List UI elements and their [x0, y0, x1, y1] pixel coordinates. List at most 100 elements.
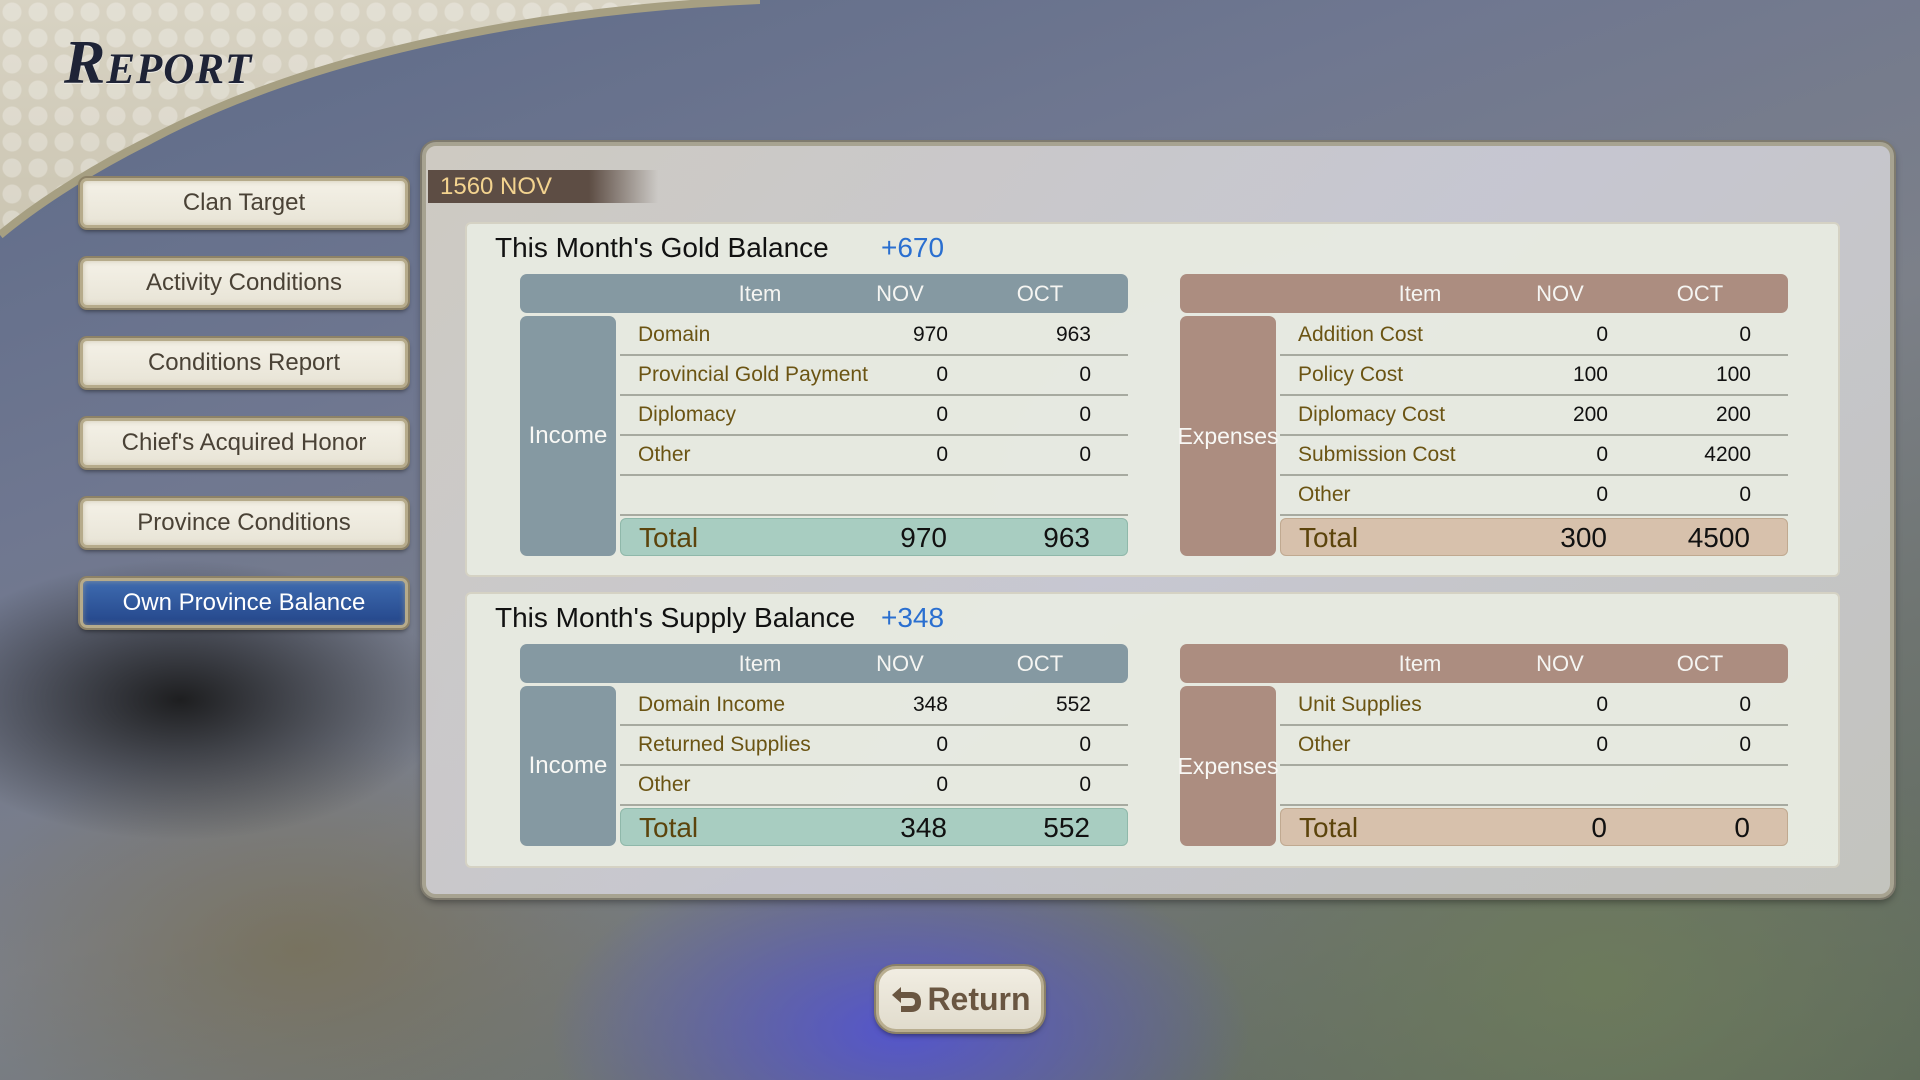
- sidebar-item-clan-target[interactable]: Clan Target: [80, 178, 408, 228]
- row-name: Returned Supplies: [638, 733, 811, 756]
- table-row: Unit Supplies 0 0: [1280, 686, 1788, 726]
- header-nov: NOV: [876, 651, 924, 676]
- row-oct: 963: [1055, 323, 1091, 346]
- table-header: Item NOV OCT: [1180, 274, 1788, 313]
- total-oct: 4500: [1687, 522, 1750, 553]
- header-nov: NOV: [1536, 281, 1584, 306]
- table-row: Other 0 0: [620, 436, 1128, 476]
- table-row: Domain Income 348 552: [620, 686, 1128, 726]
- gold-expenses-table: Item NOV OCT Expenses Addition Cost 0 0 Po…: [1178, 274, 1788, 556]
- expenses-label: Expenses: [1178, 316, 1279, 556]
- supply-balance-delta: +348: [881, 602, 945, 633]
- expenses-label: Expenses: [1178, 686, 1279, 846]
- table-row: Policy Cost 100 100: [1280, 356, 1788, 396]
- total-row: Total 348 552: [620, 808, 1128, 846]
- row-nov: 970: [912, 323, 948, 346]
- row-name: Diplomacy: [638, 403, 737, 426]
- row-nov: 0: [1596, 323, 1608, 346]
- gold-balance-delta: +670: [881, 232, 945, 263]
- table-header: Item NOV OCT: [520, 274, 1128, 313]
- header-nov: NOV: [1536, 651, 1584, 676]
- row-name: Policy Cost: [1298, 363, 1404, 386]
- row-name: Submission Cost: [1298, 443, 1456, 466]
- row-oct: 552: [1055, 693, 1091, 716]
- table-row-empty: [1280, 766, 1788, 806]
- row-oct: 0: [1079, 773, 1091, 796]
- row-oct: 0: [1079, 443, 1091, 466]
- gold-balance-title: This Month's Gold Balance: [495, 232, 829, 263]
- row-oct: 0: [1739, 733, 1751, 756]
- table-row: Diplomacy Cost 200 200: [1280, 396, 1788, 436]
- total-nov: 970: [900, 522, 947, 553]
- total-label: Total: [1299, 522, 1359, 553]
- row-name: Other: [638, 773, 691, 796]
- header-item: Item: [1398, 651, 1442, 676]
- row-nov: 0: [936, 363, 948, 386]
- table-row: Submission Cost 0 4200: [1280, 436, 1788, 476]
- header-oct: OCT: [1016, 281, 1064, 306]
- report-sidebar: Clan Target Activity Conditions Conditio…: [80, 178, 408, 658]
- row-nov: 0: [1596, 693, 1608, 716]
- row-name: Addition Cost: [1298, 323, 1423, 346]
- total-nov: 348: [900, 812, 947, 843]
- row-nov: 0: [1596, 483, 1608, 506]
- income-label: Income: [520, 686, 616, 846]
- table-header: Item NOV OCT: [1180, 644, 1788, 683]
- row-oct: 100: [1715, 363, 1751, 386]
- total-oct: 0: [1734, 812, 1750, 843]
- header-item: Item: [738, 651, 782, 676]
- row-name: Domain: [638, 323, 711, 346]
- date-label: 1560 NOV: [428, 170, 658, 203]
- sidebar-item-own-province-balance[interactable]: Own Province Balance: [80, 578, 408, 628]
- header-oct: OCT: [1676, 281, 1724, 306]
- total-oct: 963: [1043, 522, 1090, 553]
- row-nov: 0: [936, 773, 948, 796]
- row-nov: 200: [1572, 403, 1608, 426]
- row-oct: 4200: [1704, 443, 1751, 466]
- sidebar-item-conditions-report[interactable]: Conditions Report: [80, 338, 408, 388]
- total-row: Total 0 0: [1280, 808, 1788, 846]
- supply-balance-section: This Month's Supply Balance +348 Item NO…: [465, 592, 1840, 868]
- table-row: Other 0 0: [1280, 726, 1788, 766]
- sidebar-item-chiefs-acquired-honor[interactable]: Chief's Acquired Honor: [80, 418, 408, 468]
- gold-balance-section: This Month's Gold Balance +670 Item NOV …: [465, 222, 1840, 577]
- row-nov: 0: [936, 403, 948, 426]
- return-arrow-icon: [892, 987, 922, 1012]
- total-nov: 300: [1560, 522, 1607, 553]
- total-label: Total: [639, 812, 699, 843]
- page-title: Report: [64, 29, 253, 97]
- table-row-empty: [620, 476, 1128, 516]
- row-oct: 0: [1739, 693, 1751, 716]
- row-nov: 0: [1596, 733, 1608, 756]
- table-row: Addition Cost 0 0: [1280, 316, 1788, 356]
- return-label: Return: [927, 980, 1031, 1017]
- total-row: Total 970 963: [620, 518, 1128, 556]
- row-nov: 0: [936, 443, 948, 466]
- sidebar-item-activity-conditions[interactable]: Activity Conditions: [80, 258, 408, 308]
- row-oct: 200: [1715, 403, 1751, 426]
- table-row: Domain 970 963: [620, 316, 1128, 356]
- row-name: Other: [1298, 483, 1351, 506]
- table-row: Provincial Gold Payment 0 0: [620, 356, 1128, 396]
- row-name: Domain Income: [638, 693, 786, 716]
- row-oct: 0: [1739, 483, 1751, 506]
- row-oct: 0: [1079, 363, 1091, 386]
- table-row: Returned Supplies 0 0: [620, 726, 1128, 766]
- total-label: Total: [1299, 812, 1359, 843]
- supply-income-table: Item NOV OCT Income Domain Income 348 552 …: [520, 644, 1128, 846]
- sidebar-item-province-conditions[interactable]: Province Conditions: [80, 498, 408, 548]
- supply-expenses-table: Item NOV OCT Expenses Unit Supplies 0 0 Ot…: [1178, 644, 1788, 846]
- header-oct: OCT: [1676, 651, 1724, 676]
- header-item: Item: [738, 281, 782, 306]
- income-label: Income: [520, 316, 616, 556]
- row-name: Other: [1298, 733, 1351, 756]
- header-nov: NOV: [876, 281, 924, 306]
- row-nov: 348: [912, 693, 948, 716]
- row-name: Diplomacy Cost: [1298, 403, 1446, 426]
- total-oct: 552: [1043, 812, 1090, 843]
- return-button[interactable]: Return: [876, 966, 1044, 1032]
- table-row: Other 0 0: [1280, 476, 1788, 516]
- row-nov: 0: [1596, 443, 1608, 466]
- total-label: Total: [639, 522, 699, 553]
- row-name: Other: [638, 443, 691, 466]
